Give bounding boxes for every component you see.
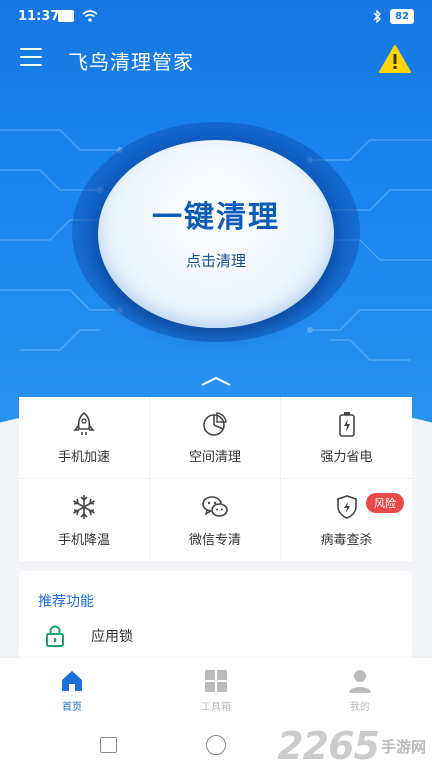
feature-label: 微信专清 [188, 532, 241, 548]
warning-icon[interactable] [378, 44, 412, 74]
user-icon [349, 670, 371, 693]
recommend-title: 推荐功能 [38, 594, 94, 610]
battery-indicator: 82 [390, 9, 414, 24]
feature-phone-cooling[interactable]: 手机降温 [19, 479, 150, 561]
feature-space-clean[interactable]: 空间清理 [150, 397, 281, 479]
shield-icon [336, 494, 357, 519]
status-time: 11:37 [18, 9, 60, 24]
risk-badge: 风险 [366, 493, 404, 513]
lock-icon [46, 625, 64, 647]
recent-apps-button[interactable] [100, 737, 117, 753]
status-bar: 11:37 82 [0, 0, 432, 34]
feature-label: 空间清理 [188, 450, 241, 465]
snowflake-icon [73, 494, 95, 519]
grid-icon [205, 670, 227, 692]
watermark-text: 手游网 [380, 737, 426, 756]
feature-virus-scan[interactable]: 风险 病毒查杀 [281, 479, 412, 561]
recommend-item-app-lock[interactable]: 应用锁 [44, 625, 133, 647]
app-lock-label: 应用锁 [91, 629, 133, 645]
watermark-number: 2265 [277, 724, 380, 768]
feature-wechat-clean[interactable]: 微信专清 [150, 479, 281, 561]
bluetooth-icon [373, 10, 381, 23]
notification-icon [58, 10, 74, 22]
nav-label: 我的 [350, 702, 370, 713]
nav-label: 工具箱 [201, 702, 231, 713]
nav-item-toolbox[interactable]: 工具箱 [176, 668, 256, 713]
one-click-clean-button[interactable]: 一键清理 点击清理 [98, 140, 334, 328]
wifi-icon [82, 10, 98, 22]
home-button[interactable] [206, 735, 226, 755]
system-nav-bar: 2265 手游网 [0, 722, 432, 768]
battery-icon [338, 412, 355, 437]
clean-button-subtitle: 点击清理 [185, 251, 246, 270]
wechat-icon [202, 495, 228, 517]
clean-button-title: 一键清理 [152, 199, 280, 235]
feature-phone-boost[interactable]: 手机加速 [19, 397, 150, 479]
feature-label: 强力省电 [320, 450, 373, 465]
nav-item-profile[interactable]: 我的 [320, 668, 400, 713]
feature-label: 手机降温 [57, 532, 110, 548]
feature-power-saving[interactable]: 强力省电 [281, 397, 412, 479]
menu-icon[interactable] [20, 48, 42, 66]
feature-grid: 手机加速 空间清理 强力省电 手机降温 微信专清 风险 病毒查杀 [19, 397, 412, 561]
feature-label: 手机加速 [57, 450, 110, 465]
nav-label: 首页 [62, 702, 82, 713]
pie-chart-icon [203, 412, 227, 436]
chevron-up-icon[interactable] [198, 374, 234, 388]
home-icon [62, 671, 82, 691]
app-title: 飞鸟清理管家 [68, 50, 194, 74]
feature-label: 病毒查杀 [320, 532, 373, 548]
nav-item-home[interactable]: 首页 [32, 668, 112, 713]
bottom-nav: 首页 工具箱 我的 [0, 658, 432, 722]
app-bar: 飞鸟清理管家 [0, 34, 432, 84]
rocket-icon [73, 411, 95, 435]
watermark: 2265 手游网 [277, 724, 426, 768]
